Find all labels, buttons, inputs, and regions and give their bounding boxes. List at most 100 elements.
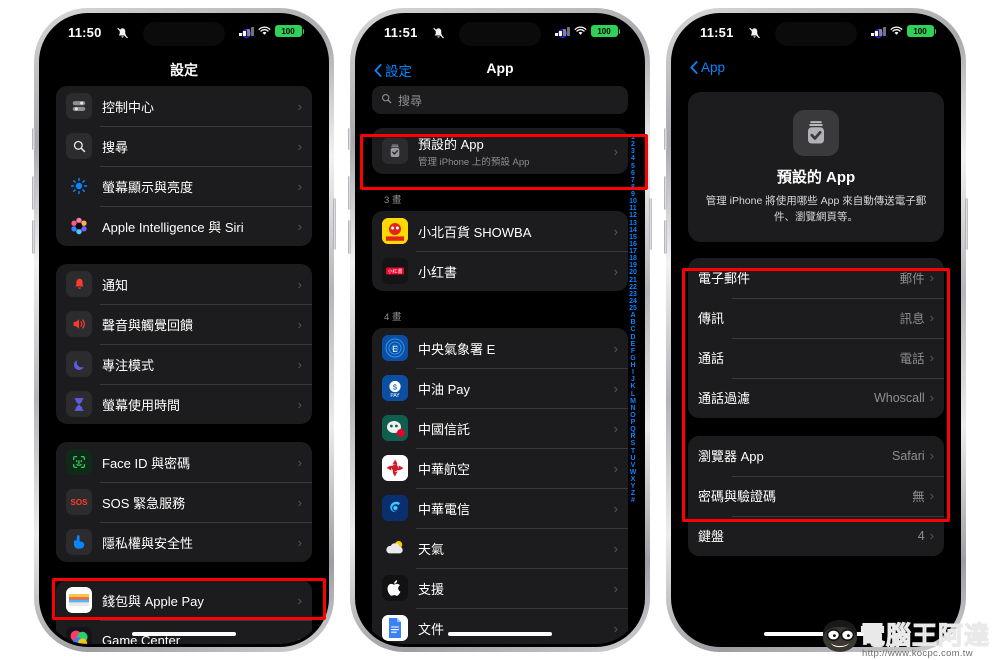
index-letter[interactable]: 7 [631, 177, 635, 184]
list-item[interactable]: 中國信託 › [372, 408, 628, 448]
index-letter[interactable]: C [630, 326, 635, 333]
list-item[interactable]: 中華航空 › [372, 448, 628, 488]
sidebar-item-wallet-apple-pay[interactable]: 錢包與 Apple Pay › [56, 580, 312, 620]
index-letter[interactable]: 10 [629, 198, 637, 205]
index-letter[interactable]: 6 [631, 170, 635, 177]
index-letter[interactable]: B [630, 319, 635, 326]
index-letter[interactable]: A [630, 312, 635, 319]
volume-up-button[interactable] [664, 176, 667, 210]
list-item[interactable]: 小红書 小红書 › [372, 251, 628, 291]
power-button[interactable] [965, 198, 968, 250]
index-letter[interactable]: 15 [629, 234, 637, 241]
index-letter[interactable]: 11 [629, 205, 636, 212]
sidebar-item-control-center[interactable]: 控制中心 › [56, 86, 312, 126]
index-letter[interactable]: P [631, 419, 636, 426]
list-item-messaging[interactable]: 傳訊 訊息 › [688, 297, 944, 338]
sidebar-item-face-id-passcode[interactable]: Face ID 與密碼 › [56, 442, 312, 482]
list-item-browser-app[interactable]: 瀏覽器 App Safari › [688, 436, 944, 476]
power-button[interactable] [333, 198, 336, 250]
index-letter[interactable]: 3 [631, 148, 635, 155]
list-item[interactable]: 小北百貨 SHOWBA › [372, 211, 628, 251]
list-item[interactable]: E 中央氣象署 E › [372, 328, 628, 368]
volume-down-button[interactable] [32, 220, 35, 254]
index-letter[interactable]: 8 [631, 184, 635, 191]
index-letter[interactable]: 24 [629, 298, 637, 305]
index-letter[interactable]: H [630, 362, 635, 369]
sidebar-item-search[interactable]: 搜尋 › [56, 126, 312, 166]
volume-down-button[interactable] [664, 220, 667, 254]
silent-switch[interactable] [348, 128, 351, 150]
index-letter[interactable]: G [630, 355, 635, 362]
settings-list[interactable]: 控制中心 › 搜尋 › 螢幕顯示與亮度 › Apple Intelligence… [42, 86, 326, 644]
index-letter[interactable]: Y [631, 483, 636, 490]
list-item-call-filtering[interactable]: 通話過濾 Whoscall › [688, 377, 944, 418]
index-letter[interactable]: 21 [629, 277, 637, 284]
index-letter[interactable]: 19 [629, 262, 637, 269]
list-item-passwords-codes[interactable]: 密碼與驗證碼 無 › [688, 475, 944, 516]
index-letter[interactable]: N [630, 405, 635, 412]
index-letter[interactable]: 18 [629, 255, 637, 262]
home-indicator[interactable] [448, 632, 552, 636]
index-letter[interactable]: 17 [629, 248, 637, 255]
index-letter[interactable]: X [631, 476, 636, 483]
silent-switch[interactable] [32, 128, 35, 150]
list-item-email[interactable]: 電子郵件 郵件 › [688, 258, 944, 298]
list-item[interactable]: 文件 › [372, 608, 628, 644]
index-letter[interactable]: O [630, 412, 635, 419]
index-letter[interactable]: T [631, 448, 635, 455]
index-letter[interactable]: V [631, 462, 636, 469]
sidebar-item-sounds-haptics[interactable]: 聲音與觸覺回饋 › [56, 304, 312, 344]
list-item-keyboards[interactable]: 鍵盤 4 › [688, 515, 944, 556]
index-letter[interactable]: Z [631, 490, 635, 497]
list-item[interactable]: 天氣 › [372, 528, 628, 568]
sidebar-item-notifications[interactable]: 通知 › [56, 264, 312, 304]
index-letter[interactable]: Q [630, 426, 635, 433]
index-letter[interactable]: 25 [629, 305, 637, 312]
index-letter[interactable]: F [631, 348, 635, 355]
home-indicator[interactable] [132, 632, 236, 636]
app-list[interactable]: 搜尋 預設的 App 管理 iPhone 上的預設 App › 3 畫 小北百貨… [358, 86, 642, 644]
sidebar-item-screen-time[interactable]: 螢幕使用時間 › [56, 384, 312, 424]
sidebar-item-display-brightness[interactable]: 螢幕顯示與亮度 › [56, 166, 312, 206]
sidebar-item-apple-intelligence-siri[interactable]: Apple Intelligence 與 Siri › [56, 206, 312, 246]
index-letter[interactable]: K [630, 383, 635, 390]
index-letter[interactable]: 9 [631, 191, 635, 198]
index-letter[interactable]: D [630, 334, 635, 341]
index-letter[interactable]: 13 [629, 220, 637, 227]
index-letter[interactable]: W [630, 469, 637, 476]
list-item[interactable]: 中華電信 › [372, 488, 628, 528]
index-letter[interactable]: L [631, 391, 635, 398]
index-letter[interactable]: M [630, 398, 636, 405]
silent-switch[interactable] [664, 128, 667, 150]
default-apps-content[interactable]: 預設的 App 管理 iPhone 將使用哪些 App 來自動傳送電子郵件、瀏覽… [674, 86, 958, 644]
index-letter[interactable]: 20 [629, 269, 637, 276]
index-letter[interactable]: 5 [631, 163, 635, 170]
index-letter[interactable]: I [632, 369, 634, 376]
volume-up-button[interactable] [32, 176, 35, 210]
index-letter[interactable]: 1 [631, 134, 635, 141]
index-letter[interactable]: S [631, 440, 636, 447]
index-letter[interactable]: 14 [629, 227, 637, 234]
index-letter[interactable]: E [631, 341, 636, 348]
index-letter[interactable]: # [631, 497, 635, 504]
index-letter[interactable]: 16 [629, 241, 637, 248]
index-letter[interactable]: 12 [629, 212, 637, 219]
sidebar-item-focus[interactable]: 專注模式 › [56, 344, 312, 384]
section-index-scrubber[interactable]: 1 2 3 4 5 6 7 8 9 10 11 12 13 14 15 16 17 18 19 20 21 22 23 24 2… [627, 134, 639, 624]
index-letter[interactable]: 22 [629, 284, 637, 291]
list-item-default-apps[interactable]: 預設的 App 管理 iPhone 上的預設 App › [372, 128, 628, 174]
search-input[interactable]: 搜尋 [372, 86, 628, 114]
index-letter[interactable]: J [631, 376, 635, 383]
index-letter[interactable]: 2 [631, 141, 635, 148]
power-button[interactable] [649, 198, 652, 250]
back-button[interactable]: App [690, 60, 725, 75]
list-item-calling[interactable]: 通話 電話 › [688, 337, 944, 378]
index-letter[interactable]: R [630, 433, 635, 440]
list-item[interactable]: $ PAY 中油 Pay › [372, 368, 628, 408]
volume-up-button[interactable] [348, 176, 351, 210]
volume-down-button[interactable] [348, 220, 351, 254]
sidebar-item-emergency-sos[interactable]: SOS SOS 緊急服務 › [56, 482, 312, 522]
index-letter[interactable]: 23 [629, 291, 637, 298]
index-letter[interactable]: U [630, 455, 635, 462]
sidebar-item-privacy-security[interactable]: 隱私權與安全性 › [56, 522, 312, 562]
